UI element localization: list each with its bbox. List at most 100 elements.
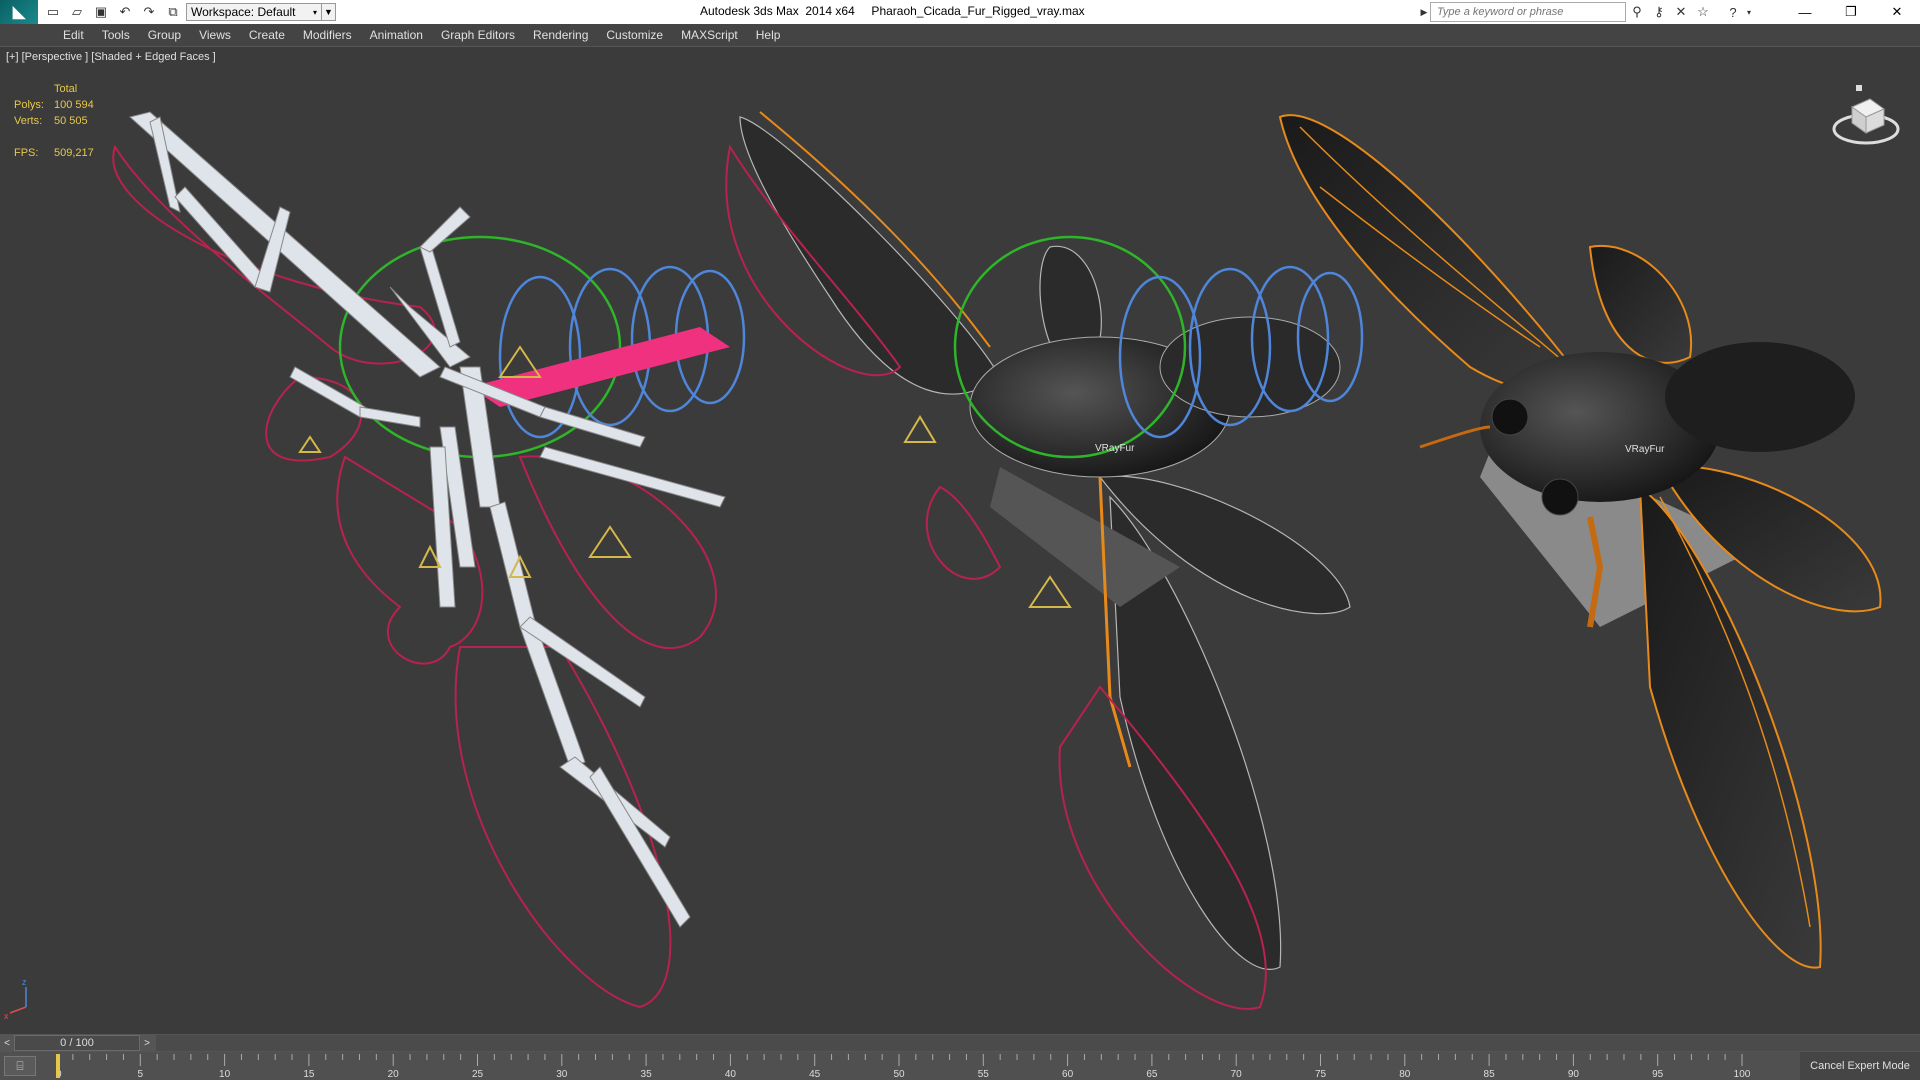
- minimize-button[interactable]: —: [1782, 0, 1828, 24]
- abdomen[interactable]: [1665, 342, 1855, 452]
- stats-fps-value: 509,217: [54, 147, 94, 159]
- project-icon[interactable]: ⧉: [164, 3, 182, 21]
- bones[interactable]: [128, 111, 726, 928]
- mini-curve-editor-button[interactable]: ⌸: [4, 1056, 36, 1076]
- key-icon[interactable]: ⚷: [1648, 2, 1670, 22]
- close-button[interactable]: ✕: [1874, 0, 1920, 24]
- app-menu-button[interactable]: ◣: [0, 0, 38, 24]
- track-bar: ⌸ 05101520253035404550556065707580859095…: [0, 1052, 1920, 1080]
- redo-icon[interactable]: ↷: [140, 3, 158, 21]
- time-slider-track[interactable]: [156, 1035, 1920, 1051]
- open-icon[interactable]: ▱: [68, 3, 86, 21]
- frame-display: 0 / 100: [60, 1037, 94, 1049]
- stats-polys-label: Polys:: [14, 99, 44, 111]
- vrayfur-label: VRayFur: [1625, 444, 1665, 455]
- workspace-label: Workspace: Default: [191, 5, 296, 19]
- chevron-down-icon[interactable]: ▾: [1744, 2, 1754, 22]
- wing-spline[interactable]: [518, 455, 717, 649]
- time-slider: < 0 / 100 >: [0, 1034, 1920, 1052]
- tick-label: 15: [303, 1069, 315, 1080]
- axis-x-label: x: [4, 1011, 9, 1021]
- new-icon[interactable]: ▭: [44, 3, 62, 21]
- abdomen-mesh[interactable]: [1159, 316, 1341, 418]
- antenna: [1419, 425, 1491, 449]
- search-input[interactable]: [1430, 2, 1626, 22]
- stats-verts-label: Verts:: [14, 115, 43, 127]
- wireframe-model[interactable]: VRayFur: [725, 111, 1364, 1010]
- viewcube[interactable]: [1826, 79, 1906, 159]
- viewport-label-menu[interactable]: [+] [Perspective ] [Shaded + Edged Faces…: [6, 51, 216, 63]
- tick-label: 90: [1568, 1069, 1580, 1080]
- viewport-statistics: Total Polys: 100 594 Verts: 50 505 FPS: 509…: [14, 81, 94, 161]
- tick-label: 30: [556, 1069, 568, 1080]
- tick-label: 80: [1399, 1069, 1411, 1080]
- rig-skeleton[interactable]: [112, 111, 746, 1009]
- tick-label: 20: [388, 1069, 400, 1080]
- eye: [1541, 478, 1579, 516]
- help-icon[interactable]: ?: [1722, 2, 1744, 22]
- quick-access-toolbar: ▭ ▱ ▣ ↶ ↷ ⧉: [38, 0, 182, 24]
- curve-editor-icon: ⌸: [16, 1058, 24, 1073]
- vrayfur-label: VRayFur: [1095, 443, 1135, 454]
- wing-mesh[interactable]: [739, 116, 1001, 395]
- tick-label: 100: [1734, 1069, 1751, 1080]
- tick-label: 10: [219, 1069, 231, 1080]
- chevron-down-icon: ▾: [312, 7, 317, 17]
- menu-group[interactable]: Group: [139, 24, 190, 46]
- current-frame-marker[interactable]: [56, 1054, 60, 1078]
- leg-spline[interactable]: [926, 485, 1002, 580]
- tick-label: 65: [1146, 1069, 1158, 1080]
- max-logo-icon: ◣: [12, 4, 26, 21]
- binoculars-icon[interactable]: ⚲: [1626, 2, 1648, 22]
- scene-canvas[interactable]: VRayFur VRayFur z x: [0, 47, 1920, 1035]
- stats-verts-value: 50 505: [54, 115, 88, 127]
- time-slider-next-button[interactable]: >: [140, 1035, 154, 1051]
- track-bar-ruler[interactable]: 0510152025303540455055606570758085909510…: [56, 1052, 1800, 1080]
- menu-views[interactable]: Views: [190, 24, 240, 46]
- cancel-expert-mode-button[interactable]: Cancel Expert Mode: [1800, 1052, 1920, 1080]
- qa-customize-button[interactable]: ▼: [322, 3, 336, 21]
- save-icon[interactable]: ▣: [92, 3, 110, 21]
- undo-icon[interactable]: ↶: [116, 3, 134, 21]
- workspace-dropdown[interactable]: Workspace: Default ▾: [186, 3, 322, 21]
- hindwing[interactable]: [1588, 244, 1693, 364]
- tick-label: 85: [1484, 1069, 1496, 1080]
- menu-bar: Edit Tools Group Views Create Modifiers …: [0, 24, 1920, 46]
- ik-target[interactable]: [903, 415, 937, 443]
- shaded-model[interactable]: VRayFur: [1278, 114, 1882, 969]
- axis-tripod: z x: [4, 977, 27, 1021]
- tick-label: 25: [472, 1069, 484, 1080]
- infocenter: ▶ ⚲ ⚷ ✕ ☆ ? ▾: [1418, 2, 1754, 22]
- close-icon: ✕: [1891, 4, 1903, 19]
- menu-graph-editors[interactable]: Graph Editors: [432, 24, 524, 46]
- title-bar: ◣ ▭ ▱ ▣ ↶ ↷ ⧉ Workspace: Default ▾ ▼ Aut…: [0, 0, 1920, 24]
- chevron-right-icon: >: [144, 1037, 150, 1049]
- expand-arrow-icon[interactable]: ▶: [1418, 2, 1430, 22]
- window-controls: — ❐ ✕: [1782, 0, 1920, 24]
- menu-create[interactable]: Create: [240, 24, 294, 46]
- axis-z-label: z: [22, 977, 27, 987]
- star-icon[interactable]: ☆: [1692, 2, 1714, 22]
- stats-polys-value: 100 594: [54, 99, 94, 111]
- stats-fps-label: FPS:: [14, 147, 39, 159]
- tick-label: 45: [809, 1069, 821, 1080]
- perspective-viewport[interactable]: VRayFur VRayFur z x [+] [Perspective ] […: [0, 46, 1920, 1034]
- menu-help[interactable]: Help: [747, 24, 790, 46]
- time-slider-prev-button[interactable]: <: [0, 1035, 14, 1051]
- stats-total-label: Total: [54, 83, 78, 95]
- menu-edit[interactable]: Edit: [54, 24, 93, 46]
- menu-customize[interactable]: Customize: [597, 24, 672, 46]
- menu-rendering[interactable]: Rendering: [524, 24, 597, 46]
- ik-target[interactable]: [1028, 575, 1072, 608]
- menu-modifiers[interactable]: Modifiers: [294, 24, 361, 46]
- menu-tools[interactable]: Tools: [93, 24, 139, 46]
- tick-label: 95: [1652, 1069, 1664, 1080]
- menu-maxscript[interactable]: MAXScript: [672, 24, 747, 46]
- eye: [1491, 398, 1529, 436]
- time-slider-thumb[interactable]: 0 / 100: [14, 1035, 140, 1051]
- restore-button[interactable]: ❐: [1828, 0, 1874, 24]
- tick-label: 75: [1315, 1069, 1327, 1080]
- x-icon[interactable]: ✕: [1670, 2, 1692, 22]
- menu-animation[interactable]: Animation: [361, 24, 432, 46]
- restore-icon: ❐: [1845, 4, 1857, 19]
